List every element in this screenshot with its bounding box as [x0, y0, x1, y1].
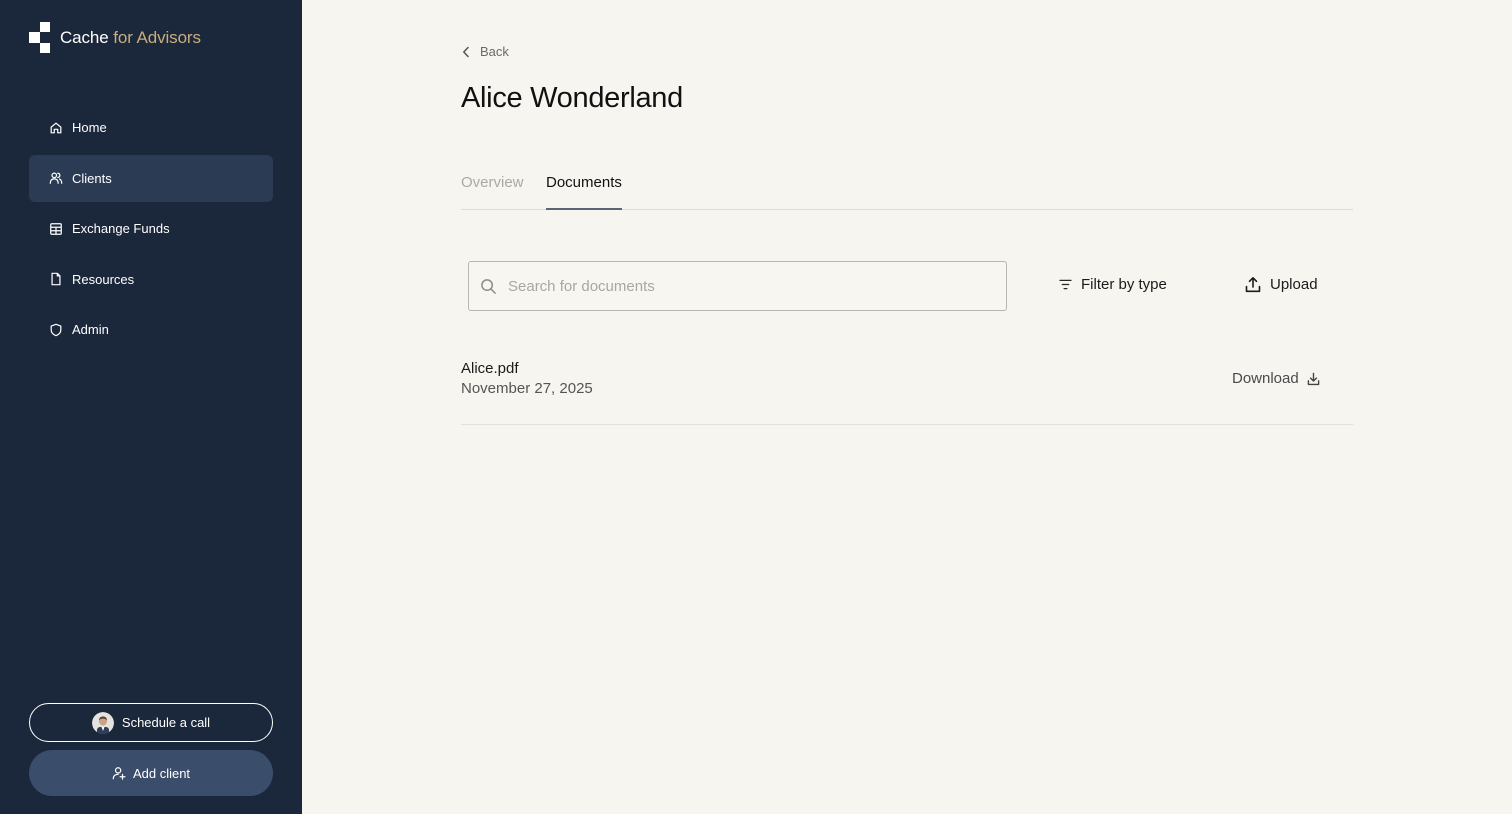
search-box: [468, 261, 1007, 311]
back-link[interactable]: Back: [462, 44, 509, 59]
add-client-button[interactable]: Add client: [29, 750, 273, 796]
document-row: Alice.pdf November 27, 2025 Download: [461, 358, 1353, 425]
sidebar-item-label: Resources: [72, 271, 135, 287]
upload-label: Upload: [1270, 276, 1318, 293]
file-icon: [49, 272, 63, 286]
upload-button[interactable]: Upload: [1245, 276, 1318, 293]
chevron-left-icon: [463, 46, 469, 57]
download-button[interactable]: Download: [1232, 370, 1320, 387]
grid-icon: [49, 222, 63, 236]
sidebar-item-clients[interactable]: Clients: [29, 154, 273, 202]
sidebar: Cache for Advisors Home Clients Exchange…: [0, 0, 302, 814]
sidebar-item-label: Clients: [72, 170, 112, 186]
back-label: Back: [480, 44, 509, 59]
upload-icon: [1245, 277, 1261, 293]
sidebar-item-home[interactable]: Home: [29, 104, 273, 151]
sidebar-item-resources[interactable]: Resources: [29, 256, 273, 303]
filter-by-type-button[interactable]: Filter by type: [1059, 276, 1167, 293]
home-icon: [49, 121, 63, 135]
cache-logo-icon: [29, 22, 50, 53]
sidebar-item-label: Admin: [72, 322, 109, 337]
shield-icon: [49, 323, 63, 337]
search-icon: [481, 278, 496, 294]
document-name[interactable]: Alice.pdf: [461, 360, 519, 377]
users-icon: [49, 171, 63, 185]
download-label: Download: [1232, 370, 1299, 387]
sidebar-nav: Home Clients Exchange Funds Resources Ad…: [29, 104, 273, 357]
add-client-label: Add client: [132, 765, 191, 781]
tab-bar: Overview Documents: [461, 174, 1353, 210]
sidebar-item-exchange-funds[interactable]: Exchange Funds: [29, 205, 273, 252]
schedule-call-label: Schedule a call: [121, 715, 211, 730]
filter-icon: [1059, 279, 1072, 290]
search-input[interactable]: [508, 277, 988, 295]
page-title: Alice Wonderland: [461, 82, 683, 114]
download-icon: [1307, 372, 1320, 385]
schedule-call-button[interactable]: Schedule a call: [29, 703, 273, 742]
advisor-avatar: [91, 711, 114, 734]
add-user-icon: [112, 767, 126, 780]
document-date: November 27, 2025: [461, 380, 593, 397]
tab-overview[interactable]: Overview: [461, 174, 524, 210]
tab-documents[interactable]: Documents: [546, 174, 622, 210]
app-logo[interactable]: Cache for Advisors: [29, 22, 201, 54]
app-name: Cache for Advisors: [60, 28, 201, 47]
sidebar-item-admin[interactable]: Admin: [29, 306, 273, 353]
sidebar-item-label: Exchange Funds: [72, 221, 170, 236]
filter-label: Filter by type: [1081, 276, 1167, 293]
sidebar-item-label: Home: [72, 120, 107, 135]
